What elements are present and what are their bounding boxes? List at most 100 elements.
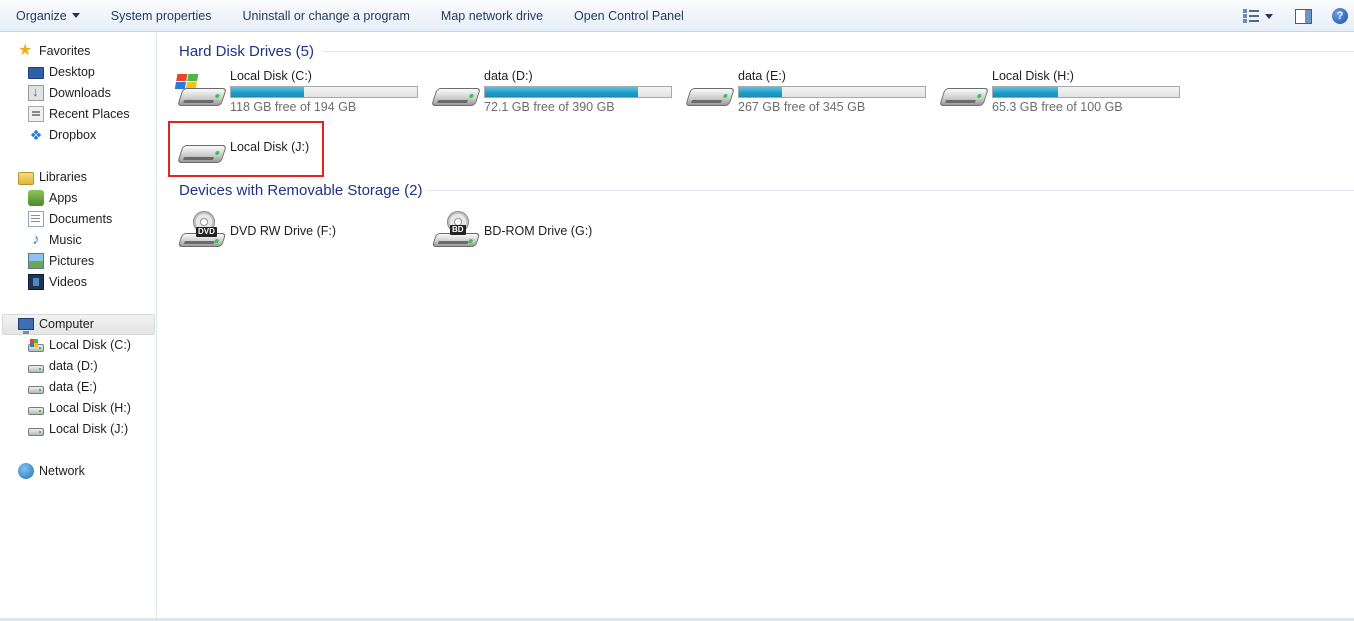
content-pane[interactable]: Hard Disk Drives (5) Local Disk (C:) 118… [158, 33, 1354, 621]
bd-drive-icon: BD [430, 211, 481, 249]
views-icon[interactable] [1243, 9, 1259, 23]
drive-tile-j[interactable]: Local Disk (J:) [176, 131, 321, 171]
device-tile-dvd-f[interactable]: DVD DVD RW Drive (F:) [176, 205, 421, 255]
nav-label: Network [39, 464, 85, 478]
downloads-icon [28, 84, 44, 101]
bd-badge: BD [450, 225, 466, 235]
drive-usage-bar [992, 86, 1180, 98]
hard-drive-icon [430, 72, 481, 110]
nav-item-data-d[interactable]: data (D:) [28, 356, 98, 376]
preview-pane-icon[interactable] [1295, 8, 1312, 24]
nav-libraries[interactable]: Libraries [18, 167, 87, 187]
organize-label: Organize [16, 8, 67, 23]
drive-name: Local Disk (J:) [230, 140, 310, 154]
drive-free-space: 118 GB free of 194 GB [230, 100, 357, 114]
nav-item-desktop[interactable]: Desktop [28, 62, 95, 82]
navigation-pane[interactable]: ★ Favorites Desktop Downloads Recent Pla… [0, 33, 157, 621]
drive-usage-fill [231, 87, 304, 97]
nav-item-dropbox[interactable]: ❖ Dropbox [28, 125, 97, 145]
system-drive-icon [28, 338, 44, 352]
nav-label: Local Disk (H:) [49, 401, 131, 415]
nav-label: Local Disk (C:) [49, 338, 131, 352]
nav-item-local-disk-j[interactable]: Local Disk (J:) [28, 419, 128, 439]
nav-label: Local Disk (J:) [49, 422, 129, 436]
nav-item-music[interactable]: ♪ Music [28, 230, 82, 250]
nav-item-pictures[interactable]: Pictures [28, 251, 94, 271]
documents-icon [28, 211, 44, 227]
star-icon: ★ [18, 42, 33, 59]
drive-tile-e[interactable]: data (E:) 267 GB free of 345 GB [684, 66, 929, 116]
drive-tile-h[interactable]: Local Disk (H:) 65.3 GB free of 100 GB [938, 66, 1183, 116]
system-properties-button[interactable]: System properties [95, 4, 227, 28]
pictures-icon [28, 253, 44, 269]
videos-icon [28, 274, 44, 290]
drive-name: Local Disk (H:) [992, 69, 1074, 83]
drive-name: data (D:) [484, 69, 533, 83]
open-control-panel-button[interactable]: Open Control Panel [558, 4, 699, 28]
nav-label: data (E:) [49, 380, 97, 394]
nav-computer[interactable]: Computer [18, 314, 94, 334]
nav-label: Dropbox [49, 128, 97, 142]
nav-item-apps[interactable]: Apps [28, 188, 78, 208]
nav-item-local-disk-h[interactable]: Local Disk (H:) [28, 398, 131, 418]
drive-name: Local Disk (C:) [230, 69, 312, 83]
drive-tile-c[interactable]: Local Disk (C:) 118 GB free of 194 GB [174, 66, 421, 116]
apps-icon [28, 190, 44, 206]
nav-label: Documents [49, 212, 113, 226]
nav-label: Apps [49, 191, 78, 205]
uninstall-program-button[interactable]: Uninstall or change a program [226, 4, 424, 28]
nav-label: Favorites [39, 44, 91, 58]
hard-drive-icon [28, 364, 44, 373]
nav-label: Desktop [49, 65, 95, 79]
group-header-hard-disk-drives[interactable]: Hard Disk Drives (5) [179, 41, 314, 61]
windows-logo-icon [30, 338, 38, 347]
drive-free-space: 65.3 GB free of 100 GB [992, 100, 1123, 114]
drive-usage-bar [484, 86, 672, 98]
map-network-drive-button[interactable]: Map network drive [425, 4, 558, 28]
group-divider [426, 190, 1354, 191]
drive-usage-fill [485, 87, 638, 97]
nav-network[interactable]: Network [18, 461, 85, 481]
computer-icon [18, 318, 34, 334]
nav-label: Music [49, 233, 82, 247]
nav-label: Pictures [49, 254, 95, 268]
device-name: BD-ROM Drive (G:) [484, 224, 593, 238]
group-divider [323, 51, 1354, 52]
views-dropdown-icon[interactable] [1265, 13, 1273, 19]
nav-label: Libraries [39, 170, 87, 184]
dropbox-icon: ❖ [29, 127, 43, 143]
nav-item-data-e[interactable]: data (E:) [28, 377, 97, 397]
nav-label: data (D:) [49, 359, 98, 373]
drive-name: data (E:) [738, 69, 786, 83]
drive-free-space: 267 GB free of 345 GB [738, 100, 866, 114]
hard-drive-icon [28, 406, 44, 415]
dvd-badge: DVD [196, 227, 217, 237]
hard-drive-icon [28, 385, 44, 394]
libraries-icon [18, 172, 34, 185]
hard-drive-icon [938, 72, 989, 110]
group-header-removable-storage[interactable]: Devices with Removable Storage (2) [179, 180, 422, 200]
network-icon [18, 463, 34, 479]
drive-tile-d[interactable]: data (D:) 72.1 GB free of 390 GB [430, 66, 675, 116]
nav-item-downloads[interactable]: Downloads [28, 83, 111, 103]
nav-item-videos[interactable]: Videos [28, 272, 87, 292]
drive-usage-bar [738, 86, 926, 98]
nav-item-local-disk-c[interactable]: Local Disk (C:) [28, 335, 131, 355]
device-name: DVD RW Drive (F:) [230, 224, 337, 238]
organize-button[interactable]: Organize [0, 4, 95, 28]
nav-favorites[interactable]: ★ Favorites [18, 41, 90, 61]
hard-drive-icon [684, 72, 735, 110]
drive-usage-fill [993, 87, 1059, 97]
nav-item-recent-places[interactable]: Recent Places [28, 104, 130, 124]
nav-item-documents[interactable]: Documents [28, 209, 112, 229]
command-bar: Organize System properties Uninstall or … [0, 0, 1354, 32]
nav-label: Downloads [49, 86, 111, 100]
drive-usage-fill [739, 87, 782, 97]
help-icon[interactable]: ? [1332, 8, 1348, 24]
device-tile-bd-g[interactable]: BD BD-ROM Drive (G:) [430, 205, 675, 255]
nav-label: Videos [49, 275, 87, 289]
nav-label: Computer [39, 317, 94, 331]
chevron-down-icon [71, 12, 80, 18]
desktop-icon [28, 67, 44, 79]
hard-drive-icon [176, 129, 227, 167]
